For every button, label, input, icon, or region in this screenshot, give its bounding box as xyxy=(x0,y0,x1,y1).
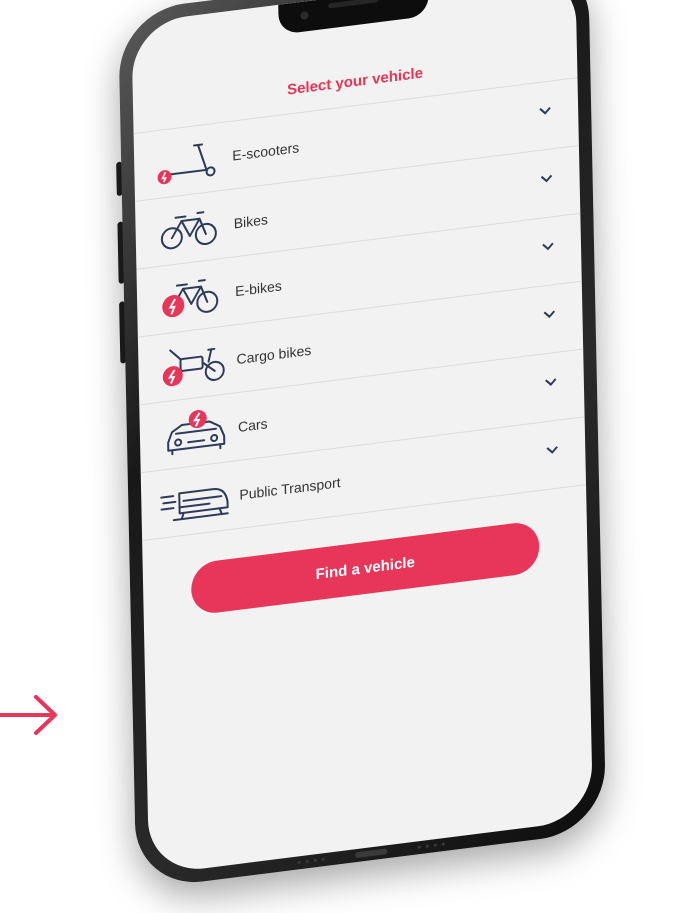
chevron-down-icon xyxy=(539,106,551,115)
vehicle-label: Bikes xyxy=(233,210,269,231)
vehicle-label: Cars xyxy=(237,414,268,435)
vehicle-label: Public Transport xyxy=(239,473,341,503)
notch xyxy=(278,0,429,35)
cargo-bike-icon xyxy=(156,336,233,391)
chevron-down-icon xyxy=(546,446,558,454)
vehicle-label: E-bikes xyxy=(234,276,282,299)
bike-icon xyxy=(153,201,230,256)
arrow-right-icon xyxy=(0,695,57,735)
chevron-down-icon xyxy=(540,174,553,183)
vehicle-list: E-scooters Bikes E-bikes Cargo bikes Car… xyxy=(133,77,587,542)
train-icon xyxy=(159,472,236,527)
vehicle-label: E-scooters xyxy=(232,138,300,164)
front-camera-icon xyxy=(300,10,309,20)
vehicle-label: Cargo bikes xyxy=(236,341,312,367)
phone-mockup: Select your vehicle E-scooters Bikes E-b… xyxy=(116,0,607,890)
chevron-down-icon xyxy=(545,378,557,386)
app-screen: Select your vehicle E-scooters Bikes E-b… xyxy=(131,0,594,876)
chevron-down-icon xyxy=(543,310,556,319)
find-vehicle-button[interactable]: Find a vehicle xyxy=(190,520,540,616)
chevron-down-icon xyxy=(542,242,554,251)
speaker-icon xyxy=(328,0,379,9)
car-icon xyxy=(158,404,235,459)
e-scooter-icon xyxy=(152,133,229,188)
e-bike-icon xyxy=(155,268,232,323)
phone-frame: Select your vehicle E-scooters Bikes E-b… xyxy=(118,0,607,890)
